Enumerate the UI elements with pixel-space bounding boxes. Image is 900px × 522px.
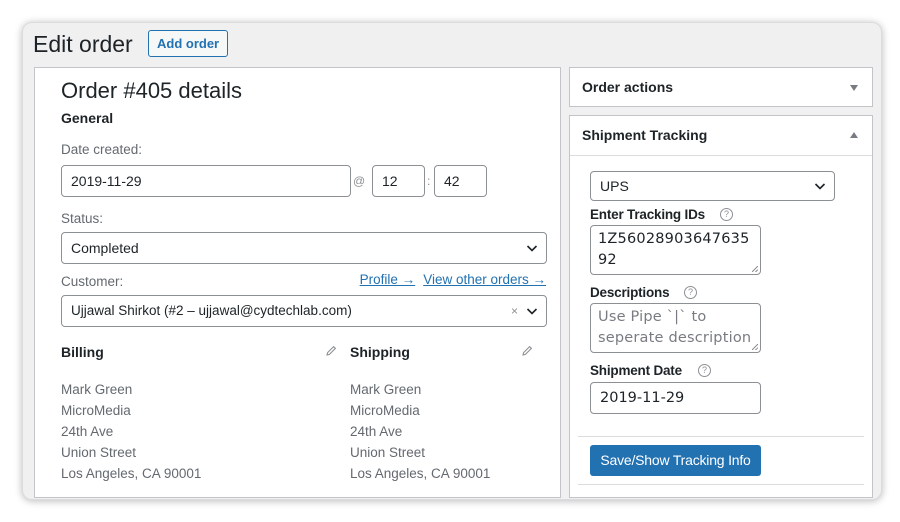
tracking-ids-textarea[interactable]: 1Z5602890364763592 bbox=[590, 225, 761, 275]
customer-value: Ujjawal Shirkot (#2 – ujjawal@cydtechlab… bbox=[71, 303, 352, 318]
chevron-down-icon bbox=[526, 308, 538, 315]
tracking-ids-value: 1Z5602890364763592 bbox=[598, 231, 750, 268]
carrier-value: UPS bbox=[600, 178, 629, 194]
shipment-tracking-box: Shipment Tracking UPS Enter Tracking IDs… bbox=[569, 115, 873, 498]
help-icon[interactable]: ? bbox=[698, 364, 711, 377]
shipping-address: Mark Green MicroMedia 24th Ave Union Str… bbox=[350, 379, 490, 484]
shipping-line: MicroMedia bbox=[350, 403, 420, 418]
hour-input[interactable]: 12 bbox=[372, 165, 425, 197]
clear-icon[interactable]: × bbox=[511, 296, 518, 326]
date-created-label: Date created: bbox=[61, 142, 143, 157]
shipping-line: Union Street bbox=[350, 445, 426, 460]
descriptions-placeholder: Use Pipe `|` to seperate description bbox=[598, 309, 752, 346]
minute-input[interactable]: 42 bbox=[434, 165, 487, 197]
shipping-line: 24th Ave bbox=[350, 424, 403, 439]
status-select[interactable]: Completed bbox=[61, 232, 547, 264]
date-created-input[interactable]: 2019-11-29 bbox=[61, 165, 351, 197]
caret-down-icon[interactable] bbox=[850, 85, 858, 91]
carrier-select[interactable]: UPS bbox=[590, 171, 835, 201]
billing-line: Los Angeles, CA 90001 bbox=[61, 466, 202, 481]
order-details-panel: Order #405 details General Date created:… bbox=[34, 67, 561, 498]
save-tracking-button[interactable]: Save/Show Tracking Info bbox=[590, 445, 761, 476]
shipping-heading: Shipping bbox=[350, 344, 410, 360]
chevron-down-icon bbox=[814, 183, 826, 190]
profile-link[interactable]: Profile → bbox=[360, 272, 416, 287]
at-separator: @ bbox=[353, 174, 366, 188]
status-value: Completed bbox=[71, 240, 139, 256]
customer-select[interactable]: Ujjawal Shirkot (#2 – ujjawal@cydtechlab… bbox=[61, 295, 547, 327]
help-icon[interactable]: ? bbox=[684, 286, 697, 299]
divider bbox=[578, 436, 864, 437]
descriptions-textarea[interactable]: Use Pipe `|` to seperate description bbox=[590, 303, 761, 353]
tracking-ids-label: Enter Tracking IDs bbox=[590, 207, 705, 222]
order-actions-title[interactable]: Order actions bbox=[582, 79, 673, 95]
general-section-heading: General bbox=[61, 110, 114, 126]
shipment-date-label: Shipment Date bbox=[590, 363, 682, 378]
box-header-divider bbox=[570, 155, 872, 156]
help-icon[interactable]: ? bbox=[720, 208, 733, 221]
billing-heading: Billing bbox=[61, 344, 104, 360]
caret-up-icon[interactable] bbox=[850, 132, 858, 138]
order-actions-box: Order actions bbox=[569, 67, 873, 107]
order-heading: Order #405 details bbox=[61, 78, 242, 103]
view-other-orders-link[interactable]: View other orders → bbox=[423, 272, 546, 287]
add-order-button[interactable]: Add order bbox=[148, 30, 229, 57]
customer-label: Customer: bbox=[61, 274, 124, 289]
resize-handle[interactable] bbox=[752, 344, 758, 350]
edit-billing-pencil-icon[interactable] bbox=[325, 345, 337, 357]
billing-address: Mark Green MicroMedia 24th Ave Union Str… bbox=[61, 379, 201, 484]
billing-line: 24th Ave bbox=[61, 424, 114, 439]
shipping-line: Mark Green bbox=[350, 382, 422, 397]
descriptions-label: Descriptions bbox=[590, 285, 670, 300]
billing-line: MicroMedia bbox=[61, 403, 131, 418]
resize-handle[interactable] bbox=[752, 266, 758, 272]
page-title: Edit order bbox=[33, 31, 133, 57]
chevron-down-icon bbox=[526, 245, 538, 252]
billing-line: Union Street bbox=[61, 445, 137, 460]
edit-order-screen: Edit order Add order Order #405 details … bbox=[22, 22, 882, 500]
edit-shipping-pencil-icon[interactable] bbox=[521, 345, 533, 357]
divider bbox=[578, 484, 864, 485]
shipment-date-input[interactable]: 2019-11-29 bbox=[590, 382, 761, 414]
customer-links: Profile → View other orders → bbox=[352, 272, 546, 287]
shipping-line: Los Angeles, CA 90001 bbox=[350, 466, 491, 481]
shipment-tracking-title[interactable]: Shipment Tracking bbox=[582, 127, 707, 143]
time-separator: : bbox=[427, 174, 431, 188]
status-label: Status: bbox=[61, 211, 104, 226]
billing-line: Mark Green bbox=[61, 382, 133, 397]
